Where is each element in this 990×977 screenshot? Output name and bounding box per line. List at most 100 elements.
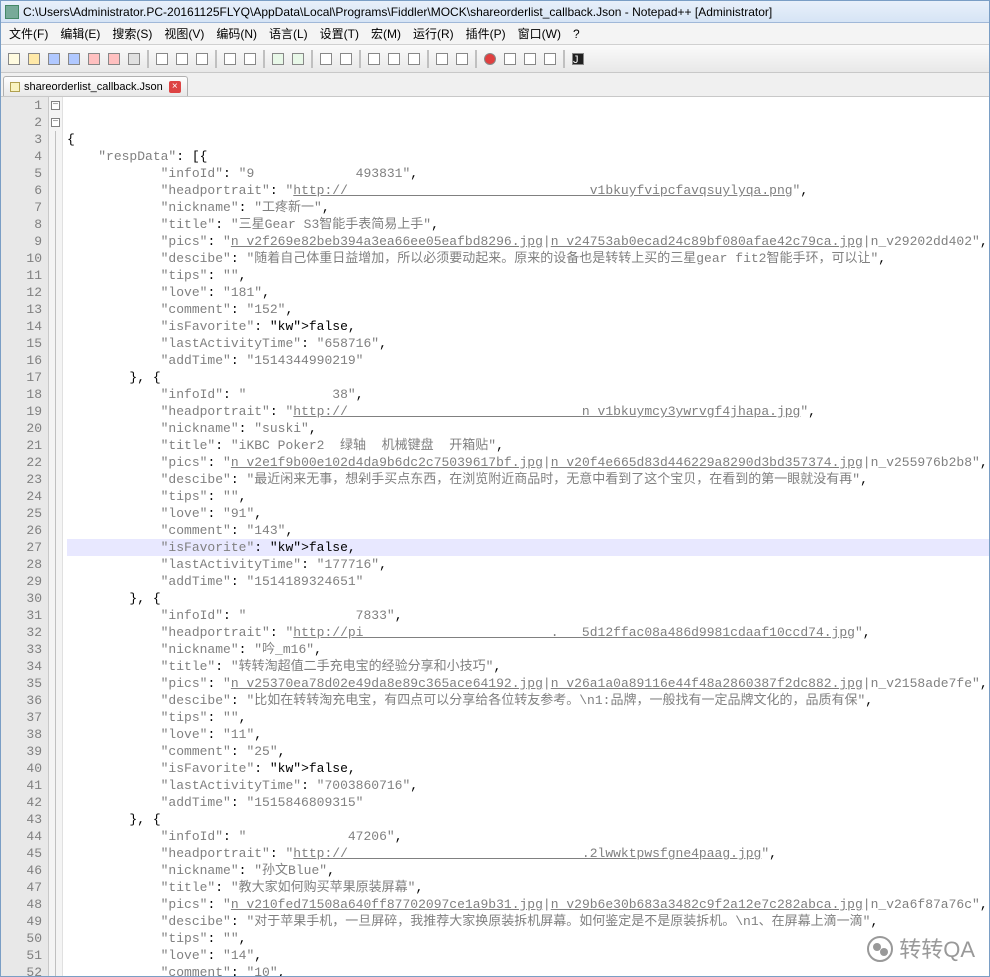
code-line[interactable]: "headportrait": "http:// n_v1bkuymcy3ywr…: [67, 403, 989, 420]
code-line[interactable]: "infoId": " 7833",: [67, 607, 989, 624]
menu-macro[interactable]: 宏(M): [365, 23, 407, 44]
code-line[interactable]: "isFavorite": "kw">false,: [67, 760, 989, 777]
tool-json[interactable]: J: [569, 50, 587, 68]
tool-close[interactable]: [85, 50, 103, 68]
code-line[interactable]: "headportrait": "http:// .2lwwktpwsfgne4…: [67, 845, 989, 862]
code-line[interactable]: "isFavorite": "kw">false,: [67, 539, 989, 556]
menu-search[interactable]: 搜索(S): [106, 23, 158, 44]
toolbar: J: [1, 45, 989, 73]
fold-marker[interactable]: −: [49, 114, 62, 131]
tool-new[interactable]: [5, 50, 23, 68]
tool-closeall[interactable]: [105, 50, 123, 68]
code-line[interactable]: "descibe": "随着自己体重日益增加，所以必须要动起来。原来的设备也是转…: [67, 250, 989, 267]
code-line[interactable]: "infoId": " 47206",: [67, 828, 989, 845]
code-line[interactable]: }, {: [67, 811, 989, 828]
tool-allchars[interactable]: [385, 50, 403, 68]
code-line[interactable]: "descibe": "比如在转转淘充电宝，有四点可以分享给各位转友参考。\n1…: [67, 692, 989, 709]
tool-find[interactable]: [269, 50, 287, 68]
code-line[interactable]: "tips": "",: [67, 709, 989, 726]
code-line[interactable]: "tips": "",: [67, 930, 989, 947]
toolbar-sep: [359, 50, 361, 68]
code-line[interactable]: "infoId": " 38",: [67, 386, 989, 403]
code-line[interactable]: "pics": "n_v210fed71508a640ff87702097ce1…: [67, 896, 989, 913]
tool-zoomin[interactable]: [317, 50, 335, 68]
code-line[interactable]: "tips": "",: [67, 488, 989, 505]
code-line[interactable]: "love": "181",: [67, 284, 989, 301]
code-line[interactable]: "title": "iKBC Poker2 绿轴 机械键盘 开箱贴",: [67, 437, 989, 454]
line-number: 5: [1, 165, 42, 182]
tool-record[interactable]: [481, 50, 499, 68]
code-line[interactable]: {: [67, 131, 989, 148]
code-line[interactable]: "love": "14",: [67, 947, 989, 964]
code-line[interactable]: "lastActivityTime": "658716",: [67, 335, 989, 352]
code-line[interactable]: "isFavorite": "kw">false,: [67, 318, 989, 335]
code-line[interactable]: "nickname": "吟_m16",: [67, 641, 989, 658]
document-tab[interactable]: shareorderlist_callback.Json ×: [3, 76, 188, 96]
code-line[interactable]: "tips": "",: [67, 267, 989, 284]
menu-window[interactable]: 窗口(W): [512, 23, 567, 44]
code-area[interactable]: { "respData": [{ "infoId": "9 493831", "…: [63, 97, 989, 976]
code-line[interactable]: "nickname": "工疼新一",: [67, 199, 989, 216]
code-line[interactable]: }, {: [67, 590, 989, 607]
tool-indent[interactable]: [405, 50, 423, 68]
menu-language[interactable]: 语言(L): [263, 23, 314, 44]
fold-marker: [49, 675, 62, 692]
fold-marker[interactable]: −: [49, 97, 62, 114]
menu-encoding[interactable]: 编码(N): [210, 23, 263, 44]
code-line[interactable]: "comment": "10",: [67, 964, 989, 976]
code-line[interactable]: "nickname": "suski",: [67, 420, 989, 437]
code-line[interactable]: "pics": "n_v2e1f9b00e102d4da9b6dc2c75039…: [67, 454, 989, 471]
code-line[interactable]: "descibe": "最近闲来无事，想剁手买点东西，在浏览附近商品时，无意中看…: [67, 471, 989, 488]
tool-savemacro[interactable]: [541, 50, 559, 68]
code-line[interactable]: "nickname": "孙文Blue",: [67, 862, 989, 879]
code-line[interactable]: "title": "三星Gear S3智能手表简易上手",: [67, 216, 989, 233]
tool-playmulti[interactable]: [521, 50, 539, 68]
code-line[interactable]: "addTime": "1514344990219": [67, 352, 989, 369]
tool-paste[interactable]: [193, 50, 211, 68]
code-line[interactable]: "respData": [{: [67, 148, 989, 165]
code-line[interactable]: "lastActivityTime": "177716",: [67, 556, 989, 573]
tool-replace[interactable]: [289, 50, 307, 68]
code-line[interactable]: "headportrait": "http:// _v1bkuyfvipcfav…: [67, 182, 989, 199]
code-line[interactable]: "pics": "n_v25370ea78d02e49da8e89c365ace…: [67, 675, 989, 692]
code-line[interactable]: "love": "11",: [67, 726, 989, 743]
menu-settings[interactable]: 设置(T): [314, 23, 365, 44]
code-line[interactable]: "comment": "152",: [67, 301, 989, 318]
code-line[interactable]: "headportrait": "http://pi . 5d12ffac08a…: [67, 624, 989, 641]
tool-save[interactable]: [45, 50, 63, 68]
tool-open[interactable]: [25, 50, 43, 68]
tool-play[interactable]: [501, 50, 519, 68]
code-line[interactable]: "addTime": "1515846809315": [67, 794, 989, 811]
fold-marker: [49, 760, 62, 777]
code-line[interactable]: "lastActivityTime": "7003860716",: [67, 777, 989, 794]
code-line[interactable]: "descibe": "对于苹果手机，一旦屏碎，我推荐大家换原装拆机屏幕。如何鉴…: [67, 913, 989, 930]
tool-saveall[interactable]: [65, 50, 83, 68]
code-line[interactable]: "love": "91",: [67, 505, 989, 522]
tool-undo[interactable]: [221, 50, 239, 68]
tool-wordwrap[interactable]: [365, 50, 383, 68]
tool-zoomout[interactable]: [337, 50, 355, 68]
menu-run[interactable]: 运行(R): [407, 23, 460, 44]
menu-edit[interactable]: 编辑(E): [54, 23, 106, 44]
code-line[interactable]: "pics": "n_v2f269e82beb394a3ea66ee05eafb…: [67, 233, 989, 250]
menu-help[interactable]: ?: [567, 25, 586, 43]
tool-funclist[interactable]: [433, 50, 451, 68]
editor[interactable]: 1234567891011121314151617181920212223242…: [1, 97, 989, 976]
menu-view[interactable]: 视图(V): [158, 23, 210, 44]
code-line[interactable]: }, {: [67, 369, 989, 386]
menu-file[interactable]: 文件(F): [3, 23, 54, 44]
tool-print[interactable]: [125, 50, 143, 68]
tool-docmap[interactable]: [453, 50, 471, 68]
tool-cut[interactable]: [153, 50, 171, 68]
menu-plugins[interactable]: 插件(P): [460, 23, 512, 44]
code-line[interactable]: "title": "转转淘超值二手充电宝的经验分享和小技巧",: [67, 658, 989, 675]
code-line[interactable]: "addTime": "1514189324651": [67, 573, 989, 590]
close-icon[interactable]: ×: [169, 81, 181, 93]
code-line[interactable]: "title": "教大家如何购买苹果原装屏幕",: [67, 879, 989, 896]
code-line[interactable]: "comment": "25",: [67, 743, 989, 760]
tool-copy[interactable]: [173, 50, 191, 68]
line-number: 48: [1, 896, 42, 913]
code-line[interactable]: "infoId": "9 493831",: [67, 165, 989, 182]
tool-redo[interactable]: [241, 50, 259, 68]
code-line[interactable]: "comment": "143",: [67, 522, 989, 539]
